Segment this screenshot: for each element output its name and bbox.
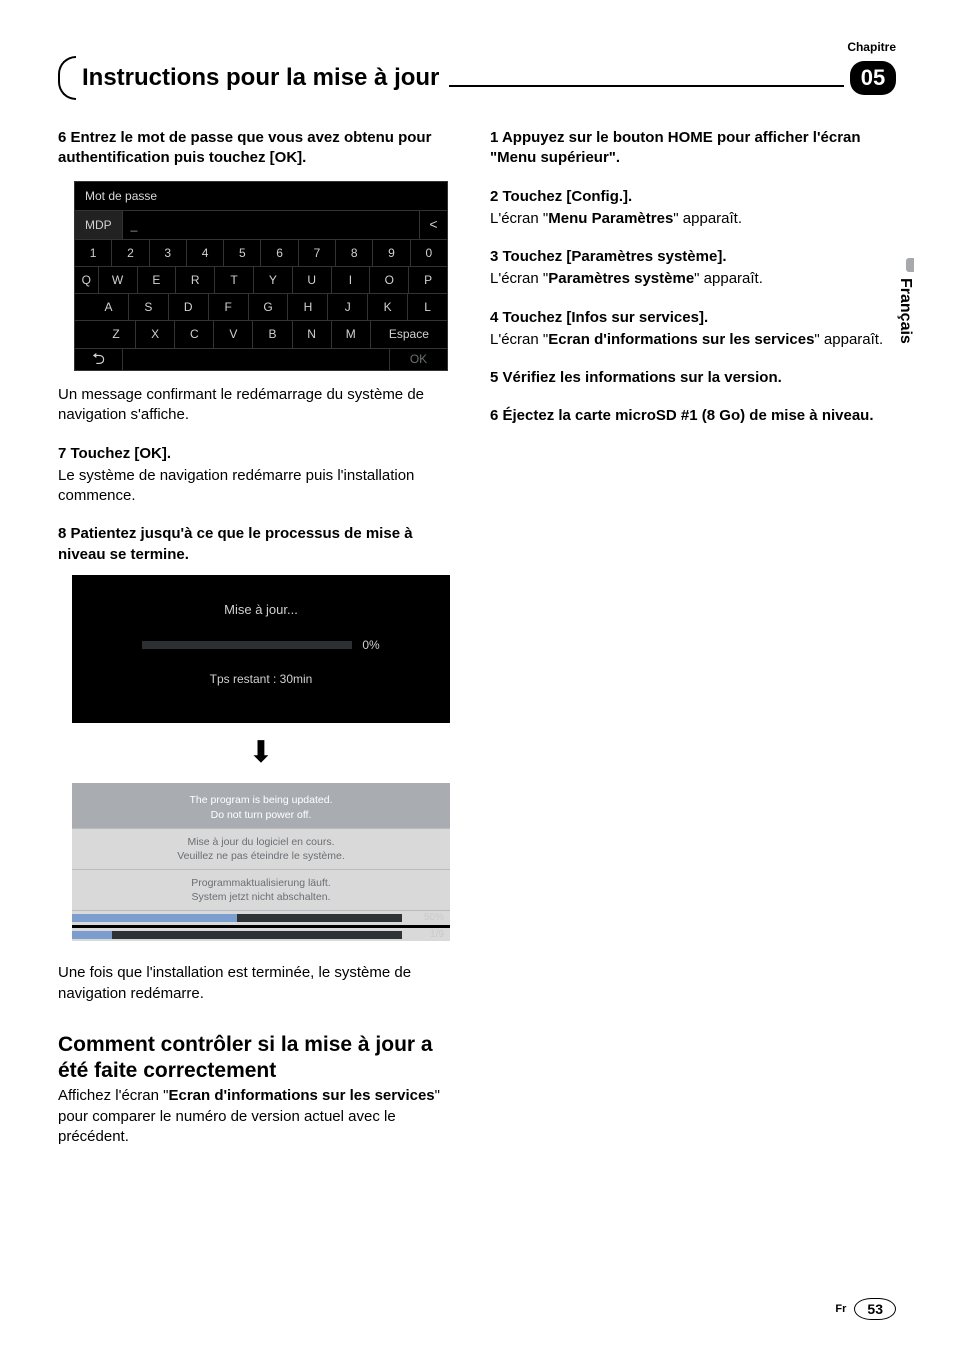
key-l[interactable]: L: [408, 294, 447, 320]
progress1-percent: 0%: [362, 637, 379, 653]
key-2[interactable]: 2: [112, 240, 149, 266]
step-2-body: L'écran "Menu Paramètres" apparaît.: [490, 209, 896, 229]
left-column: 6 Entrez le mot de passe que vous avez o…: [58, 128, 464, 1147]
verify-section-body: Affichez l'écran "Ecran d'informations s…: [58, 1086, 464, 1147]
prog2-bar-1: [72, 914, 402, 922]
key-3[interactable]: 3: [150, 240, 187, 266]
key-k[interactable]: K: [368, 294, 408, 320]
key-9[interactable]: 9: [373, 240, 410, 266]
section-title-bar: Instructions pour la mise à jour 05: [58, 56, 896, 100]
key-s[interactable]: S: [129, 294, 169, 320]
prog2-de-line1: Programmaktualisierung läuft.: [80, 876, 442, 890]
key-g[interactable]: G: [249, 294, 289, 320]
keyboard-blank: [123, 349, 389, 371]
key-z[interactable]: Z: [97, 321, 136, 347]
step-6r-heading: 6 Éjectez la carte microSD #1 (8 Go) de …: [490, 406, 896, 426]
key-u[interactable]: U: [293, 267, 332, 293]
key-a[interactable]: A: [89, 294, 129, 320]
progress-figure-2: The program is being updated. Do not tur…: [72, 783, 450, 941]
keyboard-title: Mot de passe: [75, 182, 447, 211]
key-w[interactable]: W: [99, 267, 138, 293]
title-rule: [449, 85, 844, 87]
prog2-de-line2: System jetzt nicht abschalten.: [80, 890, 442, 904]
key-4[interactable]: 4: [187, 240, 224, 266]
step-6-heading: 6 Entrez le mot de passe que vous avez o…: [58, 128, 464, 169]
key-t[interactable]: T: [215, 267, 254, 293]
key-h[interactable]: H: [288, 294, 328, 320]
key-7[interactable]: 7: [299, 240, 336, 266]
prog2-bar-2: [72, 931, 402, 939]
page-title: Instructions pour la mise à jour: [78, 64, 443, 92]
step-3-heading: 3 Touchez [Paramètres système].: [490, 247, 896, 267]
prog2-en-line2: Do not turn power off.: [80, 808, 442, 822]
prog2-fr-line2: Veuillez ne pas éteindre le système.: [80, 849, 442, 863]
prog2-en-line1: The program is being updated.: [80, 793, 442, 807]
key-b[interactable]: B: [253, 321, 292, 347]
key-c[interactable]: C: [175, 321, 214, 347]
footer-lang: Fr: [835, 1303, 846, 1315]
key-f[interactable]: F: [209, 294, 249, 320]
prog2-fr-line1: Mise à jour du logiciel en cours.: [80, 835, 442, 849]
key-space[interactable]: Espace: [371, 321, 447, 347]
key-5[interactable]: 5: [224, 240, 261, 266]
step-2-heading: 2 Touchez [Config.].: [490, 187, 896, 207]
key-0[interactable]: 0: [411, 240, 447, 266]
key-y[interactable]: Y: [254, 267, 293, 293]
key-p[interactable]: P: [409, 267, 447, 293]
ok-key[interactable]: OK: [389, 349, 447, 371]
key-e[interactable]: E: [138, 267, 177, 293]
chapter-label: Chapitre: [847, 40, 896, 54]
key-x[interactable]: X: [136, 321, 175, 347]
progress1-remaining: Tps restant : 30min: [100, 671, 422, 687]
keyboard-figure: Mot de passe MDP _ < 1 2 3 4 5 6 7: [74, 181, 448, 372]
backspace-key[interactable]: <: [419, 211, 447, 239]
password-label: MDP: [75, 211, 123, 239]
prog2-percent-1: 50%: [402, 911, 450, 925]
after-progress-text: Une fois que l'installation est terminée…: [58, 963, 464, 1004]
verify-section-heading: Comment contrôler si la mise à jour a ét…: [58, 1032, 464, 1085]
step-8-heading: 8 Patientez jusqu'à ce que le processus …: [58, 524, 464, 565]
key-8[interactable]: 8: [336, 240, 373, 266]
arrow-down-icon: ⬇: [72, 733, 450, 774]
key-j[interactable]: J: [328, 294, 368, 320]
key-o[interactable]: O: [370, 267, 409, 293]
progress-figure-1: Mise à jour... 0% Tps restant : 30min: [72, 575, 450, 723]
after-keyboard-text: Un message confirmant le redémarrage du …: [58, 385, 464, 426]
step-7-body: Le système de navigation redémarre puis …: [58, 466, 464, 507]
chapter-number-badge: 05: [850, 61, 896, 95]
key-v[interactable]: V: [214, 321, 253, 347]
step-5-heading: 5 Vérifiez les informations sur la versi…: [490, 368, 896, 388]
footer-page-number: 53: [854, 1298, 896, 1320]
side-marker: [906, 258, 914, 272]
key-r[interactable]: R: [176, 267, 215, 293]
key-i[interactable]: I: [332, 267, 371, 293]
password-input[interactable]: _: [123, 211, 419, 239]
step-7-heading: 7 Touchez [OK].: [58, 444, 464, 464]
key-d[interactable]: D: [169, 294, 209, 320]
key-6[interactable]: 6: [261, 240, 298, 266]
language-tab: Français: [896, 278, 914, 344]
progress1-title: Mise à jour...: [100, 601, 422, 619]
page-footer: Fr 53: [835, 1298, 896, 1320]
prog2-percent-2: 1/9: [402, 928, 450, 942]
title-decoration: [58, 56, 76, 100]
key-q[interactable]: Q: [75, 267, 99, 293]
progress1-bar: [142, 641, 352, 649]
step-4-body: L'écran "Ecran d'informations sur les se…: [490, 330, 896, 350]
step-3-body: L'écran "Paramètres système" apparaît.: [490, 269, 896, 289]
step-4-heading: 4 Touchez [Infos sur services].: [490, 308, 896, 328]
right-column: 1 Appuyez sur le bouton HOME pour affich…: [490, 128, 896, 1147]
key-1[interactable]: 1: [75, 240, 112, 266]
key-n[interactable]: N: [293, 321, 332, 347]
step-1-heading: 1 Appuyez sur le bouton HOME pour affich…: [490, 128, 896, 169]
return-key[interactable]: ⮌: [75, 349, 123, 371]
key-m[interactable]: M: [332, 321, 371, 347]
